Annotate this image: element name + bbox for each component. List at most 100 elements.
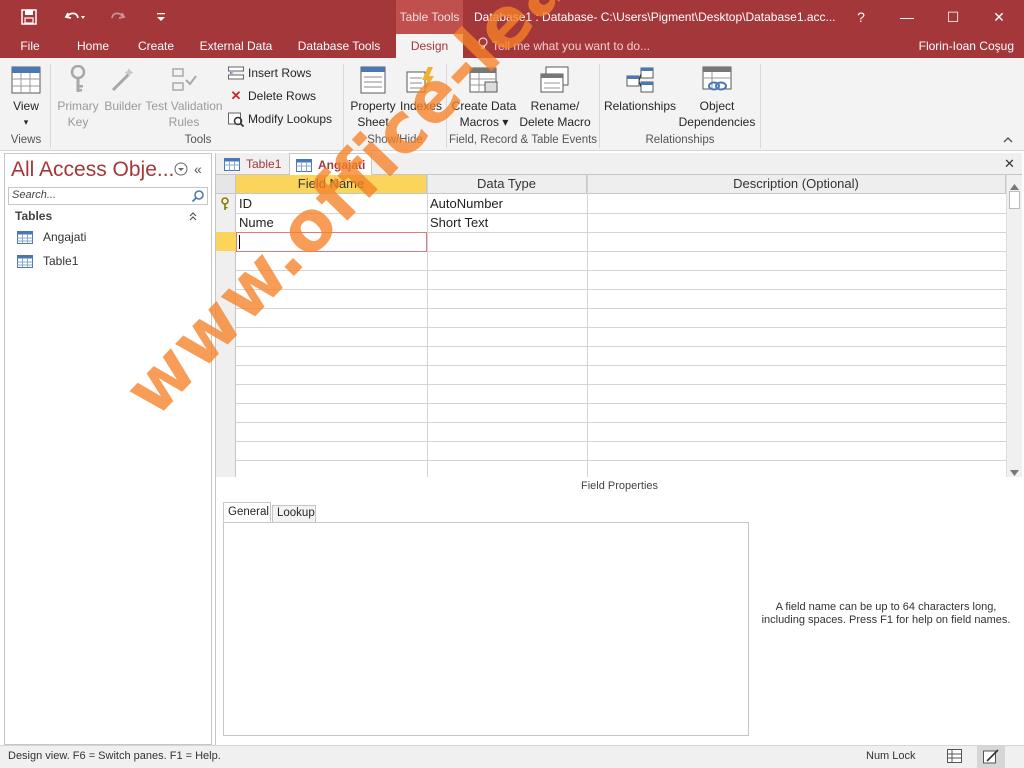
field-name-cell[interactable]: Nume bbox=[236, 213, 427, 232]
tab-create[interactable]: Create bbox=[132, 34, 180, 58]
grid-vertical-scrollbar[interactable] bbox=[1006, 175, 1022, 477]
group-label-tools: Tools bbox=[184, 134, 212, 146]
tab-file[interactable]: File bbox=[10, 34, 50, 58]
modify-lookups-label: Modify Lookups bbox=[248, 112, 333, 126]
restore-button[interactable]: ☐ bbox=[930, 0, 976, 34]
field-properties-label: Field Properties bbox=[581, 480, 659, 492]
customize-qat-icon[interactable] bbox=[152, 6, 170, 28]
header-field-name[interactable]: Field Name bbox=[236, 175, 427, 194]
delete-rows-button[interactable]: ✕ Delete Rows bbox=[228, 86, 316, 106]
collapse-ribbon-icon[interactable] bbox=[1003, 135, 1013, 147]
field-name-cell[interactable]: ID bbox=[236, 194, 427, 213]
undo-icon[interactable] bbox=[60, 6, 90, 28]
redo-icon[interactable] bbox=[104, 6, 134, 28]
view-dropdown-arrow: ▾ bbox=[23, 117, 29, 127]
minimize-button[interactable]: — bbox=[884, 0, 930, 34]
tab-general[interactable]: General bbox=[223, 502, 271, 522]
document-tabs: Table1 Angajati ✕ bbox=[216, 153, 1022, 176]
close-document-icon[interactable]: ✕ bbox=[1004, 156, 1015, 172]
key-icon bbox=[62, 64, 94, 96]
doc-tab-table1[interactable]: Table1 bbox=[218, 153, 287, 175]
nav-item-angajati[interactable]: Angajati bbox=[17, 230, 86, 244]
scroll-down-icon[interactable] bbox=[1010, 465, 1019, 479]
user-name[interactable]: Florin-Ioan Coşug bbox=[919, 34, 1014, 58]
status-text: Design view. F6 = Switch panes. F1 = Hel… bbox=[8, 750, 221, 762]
tell-me-box[interactable]: Tell me what you want to do... bbox=[478, 34, 650, 58]
insert-rows-label: Insert Rows bbox=[248, 66, 312, 80]
ribbon-tabs: File Home Create External Data Database … bbox=[0, 34, 1024, 58]
relationships-button[interactable]: Relationships bbox=[602, 64, 678, 114]
help-button[interactable]: ? bbox=[838, 0, 884, 34]
view-button[interactable]: View ▾ bbox=[8, 64, 44, 130]
grid-row-line bbox=[236, 365, 1006, 366]
builder-label: Builder bbox=[104, 99, 142, 113]
tab-home[interactable]: Home bbox=[70, 34, 116, 58]
description-cell[interactable] bbox=[587, 213, 1006, 232]
builder-button[interactable]: Builder bbox=[102, 64, 144, 114]
header-description[interactable]: Description (Optional) bbox=[587, 175, 1006, 194]
property-sheet-label-1: Property bbox=[350, 99, 396, 113]
table-tools-context-label: Table Tools bbox=[396, 0, 463, 34]
create-data-macros-label-2: Macros ▾ bbox=[459, 115, 509, 129]
view-icon bbox=[10, 64, 42, 96]
header-data-type[interactable]: Data Type bbox=[427, 175, 587, 194]
data-type-cell[interactable]: Short Text bbox=[427, 213, 587, 232]
primary-key-button[interactable]: Primary Key bbox=[56, 64, 100, 130]
design-view-icon[interactable] bbox=[977, 746, 1005, 768]
tab-database-tools[interactable]: Database Tools bbox=[292, 34, 386, 58]
grid-row-line bbox=[236, 327, 1006, 328]
object-dependencies-button[interactable]: Object Dependencies bbox=[678, 64, 756, 130]
modify-lookups-button[interactable]: Modify Lookups bbox=[228, 109, 332, 129]
select-all-corner[interactable] bbox=[216, 175, 236, 194]
search-icon[interactable] bbox=[191, 189, 205, 206]
nav-section-tables[interactable]: Tables bbox=[15, 209, 52, 223]
shutter-bar-close-icon[interactable]: « bbox=[194, 161, 202, 177]
nav-menu-dropdown-icon[interactable] bbox=[174, 162, 188, 179]
field-name-input-active[interactable] bbox=[236, 232, 427, 252]
close-window-button[interactable]: ✕ bbox=[976, 0, 1022, 34]
doc-tab-label: Table1 bbox=[246, 157, 282, 171]
nav-item-label: Table1 bbox=[43, 254, 79, 268]
nav-item-table1[interactable]: Table1 bbox=[17, 254, 78, 268]
data-type-cell[interactable]: AutoNumber bbox=[427, 194, 587, 213]
description-cell[interactable] bbox=[587, 232, 1006, 251]
create-data-macros-button[interactable]: Create Data Macros ▾ bbox=[452, 64, 516, 130]
insert-rows-icon bbox=[228, 65, 244, 81]
ribbon: View ▾ Views Primary Key Builder Test Va… bbox=[0, 58, 1024, 151]
tab-external-data[interactable]: External Data bbox=[196, 34, 276, 58]
indexes-button[interactable]: Indexes bbox=[400, 64, 442, 114]
current-row-selector[interactable] bbox=[216, 232, 236, 251]
relationships-label: Relationships bbox=[603, 99, 677, 113]
window-title: Database1 : Database- C:\Users\Pigment\D… bbox=[474, 10, 836, 24]
property-sheet-icon bbox=[357, 64, 389, 96]
doc-tab-label: Angajati bbox=[318, 158, 366, 172]
grid-row-line bbox=[236, 441, 1006, 442]
doc-tab-angajati[interactable]: Angajati bbox=[289, 153, 373, 176]
test-validation-icon bbox=[168, 64, 200, 96]
nav-search-input[interactable]: Search... bbox=[8, 187, 208, 205]
property-sheet-button[interactable]: Property Sheet bbox=[348, 64, 398, 130]
test-validation-rules-button[interactable]: Test Validation Rules bbox=[145, 64, 223, 130]
rename-delete-macro-button[interactable]: Rename/ Delete Macro bbox=[518, 64, 592, 130]
primary-key-label-2: Key bbox=[67, 115, 89, 129]
navigation-pane: All Access Obje... « Search... Tables An… bbox=[4, 153, 212, 745]
data-type-cell[interactable] bbox=[427, 232, 587, 251]
insert-rows-button[interactable]: Insert Rows bbox=[228, 63, 311, 83]
group-label-views: Views bbox=[10, 134, 42, 146]
grid-row-line bbox=[236, 422, 1006, 423]
group-label-field-record-table-events: Field, Record & Table Events bbox=[448, 134, 598, 146]
table-icon bbox=[17, 254, 33, 268]
object-dependencies-label-2: Dependencies bbox=[678, 115, 756, 129]
create-data-macros-label-1: Create Data bbox=[451, 99, 517, 113]
datasheet-view-icon[interactable] bbox=[947, 749, 962, 766]
description-cell[interactable] bbox=[587, 194, 1006, 213]
group-separator bbox=[50, 64, 51, 148]
tab-design[interactable]: Design bbox=[396, 34, 463, 58]
scroll-thumb[interactable] bbox=[1009, 191, 1020, 209]
access-window: Table Tools Database1 : Database- C:\Use… bbox=[0, 0, 1024, 768]
tab-lookup[interactable]: Lookup bbox=[272, 505, 316, 522]
collapse-section-icon[interactable] bbox=[188, 210, 198, 224]
save-icon[interactable] bbox=[18, 6, 40, 28]
nav-pane-title[interactable]: All Access Obje... bbox=[11, 158, 174, 182]
title-bar: Table Tools Database1 : Database- C:\Use… bbox=[0, 0, 1024, 34]
